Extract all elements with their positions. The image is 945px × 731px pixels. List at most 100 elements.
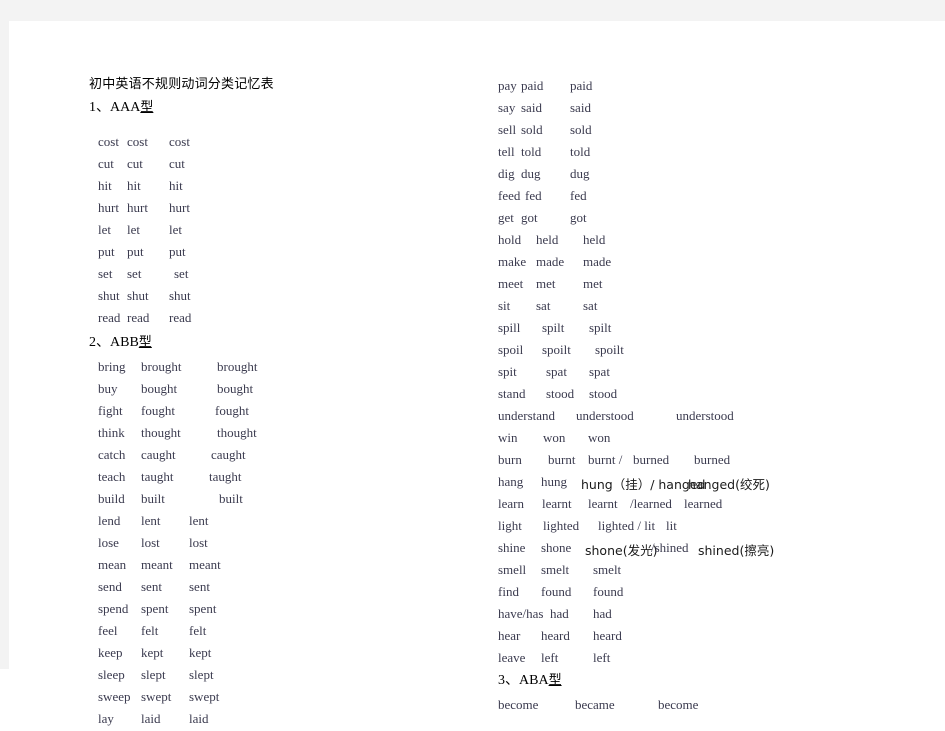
- verb-base: find: [498, 584, 519, 599]
- verb-participle: got: [570, 210, 587, 225]
- verb-participle-annotated: hung（挂）/ hanged: [581, 477, 706, 492]
- verb-past: won: [543, 430, 566, 445]
- verb-past: hit: [127, 178, 141, 193]
- page-title: 初中英语不规则动词分类记忆表: [89, 77, 274, 92]
- verb-participle: spat: [589, 364, 610, 379]
- verb-participle-annotated: shone(发光): [585, 543, 658, 558]
- verb-base: shine: [498, 540, 526, 555]
- verb-past: sent: [141, 579, 162, 594]
- verb-participle-annotated-alt: hanged(绞死): [688, 477, 770, 492]
- section-heading-aba-number: 3、ABA: [498, 673, 549, 688]
- verb-participle-annotated-alt: shined(擦亮): [698, 543, 775, 558]
- verb-participle: meant: [189, 557, 221, 572]
- verb-past: got: [521, 210, 538, 225]
- verb-past: cost: [127, 134, 148, 149]
- verb-past: stood: [546, 386, 575, 401]
- verb-base: hang: [498, 474, 524, 489]
- verb-base: understand: [498, 408, 556, 423]
- verb-base: teach: [98, 469, 126, 484]
- verb-past: smelt: [541, 562, 570, 577]
- verb-past: became: [575, 697, 615, 712]
- verb-participle: caught: [211, 447, 246, 462]
- verb-past: burnt: [548, 452, 576, 467]
- verb-past: shone: [541, 540, 572, 555]
- verb-base: make: [498, 254, 527, 269]
- section-heading-aba: 3、ABA型: [498, 669, 562, 689]
- verb-participle: cost: [169, 134, 190, 149]
- verb-past: spilt: [542, 320, 565, 335]
- verb-participle: burnt /: [588, 452, 623, 467]
- verb-past: read: [127, 310, 150, 325]
- section-heading-aba-suffix: 型: [548, 673, 562, 688]
- verb-participle: slept: [189, 667, 214, 682]
- verb-base: dig: [498, 166, 515, 181]
- verb-past: cut: [127, 156, 143, 171]
- verb-participle: sold: [570, 122, 592, 137]
- section-heading-aaa-suffix: 型: [140, 100, 154, 115]
- verb-participle: spoilt: [595, 342, 624, 357]
- verb-base: get: [498, 210, 514, 225]
- verb-base: lay: [98, 711, 114, 726]
- verb-participle: stood: [589, 386, 618, 401]
- verb-base: feed: [498, 188, 521, 203]
- verb-past: said: [521, 100, 542, 115]
- verb-base: send: [98, 579, 122, 594]
- verb-past: paid: [521, 78, 544, 93]
- verb-participle: hurt: [169, 200, 190, 215]
- section-heading-aaa-number: 1、AAA: [89, 100, 141, 115]
- verb-participle: swept: [189, 689, 220, 704]
- verb-base: spoil: [498, 342, 524, 357]
- verb-base: light: [498, 518, 522, 533]
- verb-past: sat: [536, 298, 551, 313]
- verb-past: heard: [541, 628, 570, 643]
- verb-past: swept: [141, 689, 172, 704]
- verb-past: told: [521, 144, 542, 159]
- verb-participle: put: [169, 244, 186, 259]
- verb-participle: met: [583, 276, 603, 291]
- verb-base: bring: [98, 359, 126, 374]
- verb-past: learnt: [542, 496, 572, 511]
- verb-participle: heard: [593, 628, 622, 643]
- verb-participle: said: [570, 100, 591, 115]
- section-heading-abb-number: 2、ABB: [89, 335, 139, 350]
- section-heading-abb: 2、ABB型: [89, 331, 152, 351]
- verb-base: burn: [498, 452, 522, 467]
- verb-participle: sent: [189, 579, 210, 594]
- verb-past: fought: [141, 403, 175, 418]
- verb-base: let: [98, 222, 111, 237]
- verb-base: cut: [98, 156, 114, 171]
- verb-past: sold: [521, 122, 543, 137]
- verb-participle: brought: [217, 359, 258, 374]
- verb-past: made: [536, 254, 565, 269]
- verb-past: spent: [141, 601, 169, 616]
- verb-participle: built: [219, 491, 243, 506]
- verb-participle: lighted / lit: [598, 518, 656, 533]
- verb-base: sleep: [98, 667, 125, 682]
- verb-participle: found: [593, 584, 624, 599]
- verb-base: cost: [98, 134, 119, 149]
- document-body: 初中英语不规则动词分类记忆表 1、AAA型 cost cost cost cut…: [9, 21, 945, 726]
- verb-base: stand: [498, 386, 526, 401]
- verb-base: build: [98, 491, 125, 506]
- verb-past: lent: [141, 513, 161, 528]
- verb-participle-alt: /shined: [651, 540, 689, 555]
- verb-participle: understood: [676, 408, 734, 423]
- verb-past: taught: [141, 469, 174, 484]
- verb-past: spat: [546, 364, 567, 379]
- verb-past: set: [127, 266, 142, 281]
- verb-past: slept: [141, 667, 166, 682]
- verb-participle: shut: [169, 288, 191, 303]
- verb-past: fed: [525, 188, 542, 203]
- verb-past: had: [550, 606, 569, 621]
- verb-past: hung: [541, 474, 567, 489]
- verb-participle: hit: [169, 178, 183, 193]
- verb-participle: had: [593, 606, 612, 621]
- verb-participle: laid: [189, 711, 209, 726]
- verb-base: put: [98, 244, 115, 259]
- verb-base: set: [98, 266, 113, 281]
- verb-participle: felt: [189, 623, 207, 638]
- verb-base: become: [498, 697, 539, 712]
- verb-base: spit: [498, 364, 517, 379]
- verb-participle-alt: /learned: [630, 496, 672, 511]
- verb-past: meant: [141, 557, 173, 572]
